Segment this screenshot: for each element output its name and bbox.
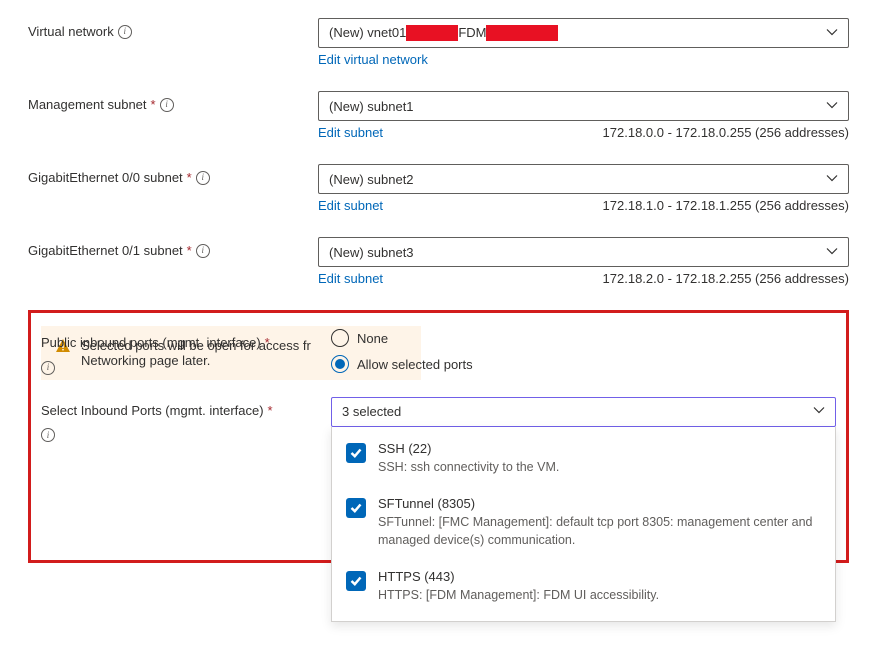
radio-label-none: None [357, 331, 388, 346]
chevron-down-icon [826, 99, 838, 114]
label-virtual-network: Virtual network [28, 24, 114, 39]
row-public-inbound-ports: Public inbound ports (mgmt. interface) *… [41, 329, 836, 375]
highlighted-section: Public inbound ports (mgmt. interface) *… [28, 310, 849, 563]
address-range: 172.18.1.0 - 172.18.1.255 (256 addresses… [603, 198, 849, 213]
info-icon[interactable]: i [41, 361, 55, 375]
label-management-subnet: Management subnet [28, 97, 147, 112]
port-desc: HTTPS: [FDM Management]: FDM UI accessib… [378, 587, 821, 605]
dropdown-select-inbound-ports[interactable]: 3 selected [331, 397, 836, 427]
label-select-inbound-ports: Select Inbound Ports (mgmt. interface) [41, 403, 264, 418]
chevron-down-icon [813, 404, 825, 419]
label-public-inbound-ports: Public inbound ports (mgmt. interface) [41, 335, 261, 350]
info-icon[interactable]: i [41, 428, 55, 442]
info-icon[interactable]: i [118, 25, 132, 39]
row-virtual-network: Virtual network i (New) vnet01FDM Edit v… [28, 18, 849, 83]
dropdown-value: (New) subnet1 [329, 99, 414, 114]
checkbox-ssh[interactable] [346, 443, 366, 463]
radio-group-inbound: None Allow selected ports [331, 329, 836, 373]
row-ge01-subnet: GigabitEthernet 0/1 subnet * i (New) sub… [28, 237, 849, 302]
radio-label-allow: Allow selected ports [357, 357, 473, 372]
info-icon[interactable]: i [196, 171, 210, 185]
dropdown-ge01-subnet[interactable]: (New) subnet3 [318, 237, 849, 267]
port-desc: SFTunnel: [FMC Management]: default tcp … [378, 514, 821, 549]
label-ge01-subnet: GigabitEthernet 0/1 subnet [28, 243, 183, 258]
radio-none[interactable] [331, 329, 349, 347]
chevron-down-icon [826, 26, 838, 41]
dropdown-management-subnet[interactable]: (New) subnet1 [318, 91, 849, 121]
port-option-https[interactable]: HTTPS (443) HTTPS: [FDM Management]: FDM… [332, 559, 835, 615]
port-option-sftunnel[interactable]: SFTunnel (8305) SFTunnel: [FMC Managemen… [332, 486, 835, 559]
dropdown-panel-inbound-ports: SSH (22) SSH: ssh connectivity to the VM… [331, 427, 836, 622]
chevron-down-icon [826, 245, 838, 260]
checkbox-https[interactable] [346, 571, 366, 591]
required-marker: * [187, 170, 192, 185]
address-range: 172.18.2.0 - 172.18.2.255 (256 addresses… [603, 271, 849, 286]
chevron-down-icon [826, 172, 838, 187]
port-option-ssh[interactable]: SSH (22) SSH: ssh connectivity to the VM… [332, 431, 835, 487]
label-ge00-subnet: GigabitEthernet 0/0 subnet [28, 170, 183, 185]
checkbox-sftunnel[interactable] [346, 498, 366, 518]
redacted-block [486, 25, 558, 41]
info-icon[interactable]: i [196, 244, 210, 258]
redacted-block [406, 25, 458, 41]
dropdown-virtual-network[interactable]: (New) vnet01FDM [318, 18, 849, 48]
port-title: SFTunnel (8305) [378, 496, 821, 511]
port-title: SSH (22) [378, 441, 821, 456]
port-title: HTTPS (443) [378, 569, 821, 584]
dropdown-value-virtual-network: (New) vnet01FDM [329, 25, 558, 42]
edit-subnet-link[interactable]: Edit subnet [318, 125, 383, 140]
edit-virtual-network-link[interactable]: Edit virtual network [318, 52, 428, 67]
required-marker: * [187, 243, 192, 258]
required-marker: * [151, 97, 156, 112]
dropdown-value: (New) subnet3 [329, 245, 414, 260]
dropdown-value: (New) subnet2 [329, 172, 414, 187]
address-range: 172.18.0.0 - 172.18.0.255 (256 addresses… [603, 125, 849, 140]
edit-subnet-link[interactable]: Edit subnet [318, 271, 383, 286]
port-desc: SSH: ssh connectivity to the VM. [378, 459, 821, 477]
required-marker: * [268, 403, 273, 418]
dropdown-ge00-subnet[interactable]: (New) subnet2 [318, 164, 849, 194]
required-marker: * [265, 335, 270, 350]
edit-subnet-link[interactable]: Edit subnet [318, 198, 383, 213]
row-ge00-subnet: GigabitEthernet 0/0 subnet * i (New) sub… [28, 164, 849, 229]
radio-allow-selected[interactable] [331, 355, 349, 373]
row-management-subnet: Management subnet * i (New) subnet1 Edit… [28, 91, 849, 156]
info-icon[interactable]: i [160, 98, 174, 112]
dropdown-value: 3 selected [342, 404, 401, 419]
